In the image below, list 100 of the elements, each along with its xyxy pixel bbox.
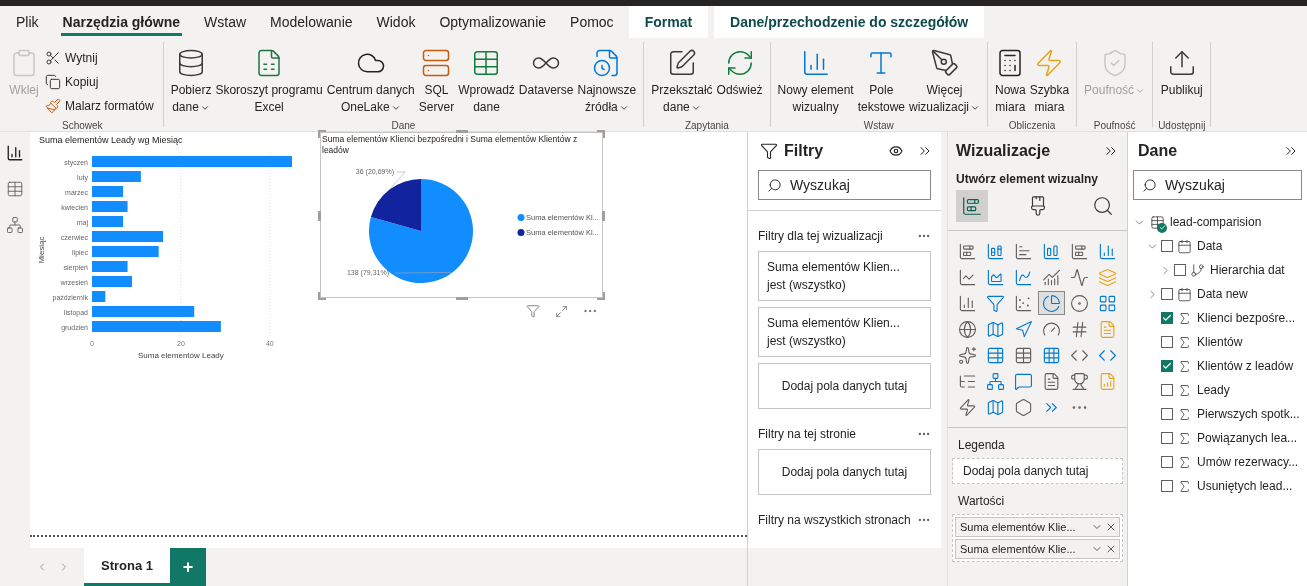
tree-item[interactable]: Powiązanych lea... [1128,426,1307,450]
checkbox[interactable] [1161,432,1173,444]
ribbon-button[interactable]: Kopiuj [41,70,158,94]
pane-subtitle: Utwórz element wizualny [955,171,1100,188]
ribbon-button[interactable]: Nowy element wizualny [775,42,856,120]
tree-item[interactable]: lead-comparision [1128,210,1307,234]
table-view-icon[interactable] [6,180,24,198]
calendar-icon [1177,286,1192,302]
ribbon-button[interactable]: Wprowadź dane [456,42,517,120]
resize-handle[interactable] [456,297,468,300]
filter-card[interactable]: Suma elementów Klien... jest (wszystko) [758,307,931,357]
resize-handle[interactable] [597,130,605,138]
tree-item-label: Data new [1197,286,1248,303]
tree-item[interactable]: Umów rezerwacy... [1128,450,1307,474]
search-box[interactable]: Wyszukaj [1133,170,1302,200]
search-field[interactable]: Wyszukaj [1165,174,1293,196]
section-title: Filtry na tej stronie [758,426,857,443]
resize-handle[interactable] [318,211,321,221]
pie-chart-icon[interactable] [1038,291,1065,315]
ribbon-button[interactable]: Skoroszyt programu Excel [213,42,325,120]
resize-handle[interactable] [318,292,326,300]
group-label: Wstaw [863,120,894,133]
model-view-icon[interactable] [6,216,24,234]
group-label: Zapytania [684,120,729,133]
eye-icon[interactable] [889,144,903,158]
search-icon [767,177,782,193]
ribbon-button[interactable]: Malarz formatów [41,94,158,118]
ribbon-tab[interactable]: Pomoc [558,6,626,38]
resize-handle[interactable] [597,292,605,300]
checkbox[interactable] [1161,360,1173,372]
tree-item[interactable]: Klientów [1128,330,1307,354]
tree-item[interactable]: Klienci bezpośre... [1128,306,1307,330]
checkbox[interactable] [1174,264,1186,276]
checkbox[interactable] [1161,312,1173,324]
tree-item[interactable]: Data [1128,234,1307,258]
copy-icon [45,74,61,90]
tree-item[interactable]: Data new [1128,282,1307,306]
sigma-icon [1177,358,1192,374]
ribbon-tab[interactable]: Wstaw [192,6,259,38]
ribbon-tab[interactable]: Optymalizowanie [427,6,559,38]
ribbon-button[interactable]: Centrum danych OneLake [324,42,417,120]
visual-mode-tab[interactable] [956,190,988,222]
field-pill[interactable]: Suma elementów Klie... [955,539,1120,559]
drop-zone[interactable]: Dodaj pola danych tutaj [952,458,1123,484]
checkbox[interactable] [1161,240,1173,252]
ribbon-tab[interactable]: Widok [364,6,428,38]
group-label: Schowek [62,120,103,133]
focus-mode-icon[interactable] [555,305,568,318]
checkbox[interactable] [1161,288,1173,300]
tree-item[interactable]: Usuniętych lead... [1128,474,1307,498]
ribbon-button[interactable]: Szybka miara [1027,42,1072,120]
checkbox[interactable] [1161,384,1173,396]
search-icon [1142,177,1157,193]
search-field[interactable]: Wyszukaj [790,174,922,196]
ribbon-tab[interactable]: Format [628,6,709,38]
ribbon-tab[interactable]: Dane/przechodzenie do szczegółów [714,6,985,38]
ribbon-button[interactable]: Najnowsze źródła [575,42,639,120]
build-visual-icon [961,195,983,217]
ribbon-button[interactable]: Więcej wizualizacji [907,42,983,120]
page-tab[interactable]: Strona 1 [84,548,170,586]
ribbon-button[interactable]: Odśwież [714,42,765,120]
ribbon-button[interactable]: Pobierz dane [168,42,214,120]
ribbon-tab[interactable]: Narzędzia główne [50,6,193,38]
ribbon-tab[interactable]: Modelowanie [258,6,365,38]
add-page-button[interactable]: + [170,548,206,586]
checkbox[interactable] [1161,336,1173,348]
tree-item-label: Usuniętych lead... [1197,478,1293,495]
remove-icon[interactable] [1105,543,1117,555]
checkbox[interactable] [1161,408,1173,420]
ribbon-tab[interactable]: Plik [4,6,51,38]
bar [92,276,132,287]
tree-item[interactable]: Hierarchia dat [1128,258,1307,282]
resize-handle[interactable] [602,211,605,221]
ribbon-button[interactable]: Nowa miara [993,42,1028,120]
ribbon-button[interactable]: Wytnij [41,46,158,70]
field-well-title: Legenda [957,437,1006,454]
ribbon-button[interactable]: SQL Server [416,42,457,120]
ribbon-button[interactable]: Przekształć dane [649,42,715,120]
filter-icon[interactable] [526,304,540,318]
ribbon-button[interactable]: Dataverse [516,42,576,120]
resize-handle[interactable] [456,130,468,133]
drop-zone[interactable]: Dodaj pola danych tutaj [758,449,931,495]
bar [92,261,128,272]
field-pill[interactable]: Suma elementów Klie... [955,517,1120,537]
bar [92,216,124,227]
drop-zone[interactable]: Dodaj pola danych tutaj [758,363,931,409]
ribbon-button[interactable]: Pole tekstowe [855,42,907,120]
filter-card[interactable]: Suma elementów Klien... jest (wszystko) [758,251,931,301]
checkbox[interactable] [1161,480,1173,492]
tree-item[interactable]: Pierwszych spotk... [1128,402,1307,426]
remove-icon[interactable] [1105,521,1117,533]
filter-card-text: Suma elementów Klien... [767,315,901,332]
tree-item[interactable]: Klientów z leadów [1128,354,1307,378]
report-view-icon[interactable] [6,144,24,162]
ribbon-button[interactable]: Publikuj [1158,42,1205,120]
checkbox[interactable] [1161,456,1173,468]
search-box[interactable]: Wyszukaj [758,170,931,200]
sigma-icon [1177,478,1192,494]
resize-handle[interactable] [318,130,326,138]
tree-item[interactable]: Leady [1128,378,1307,402]
